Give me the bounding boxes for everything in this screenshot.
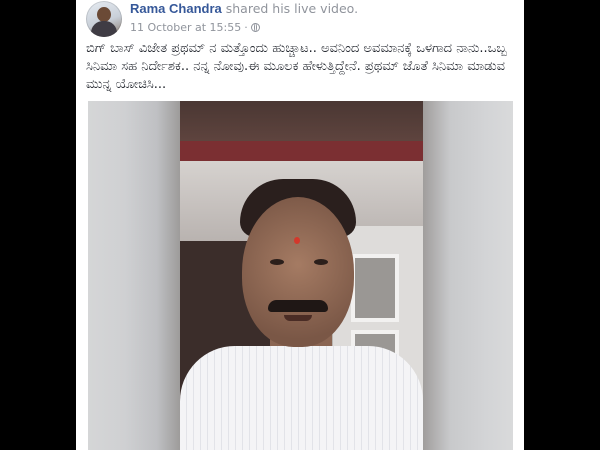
tilak-mark [294,237,300,244]
author-line: Rama Chandra shared his live video. [130,1,358,16]
post-action-text: shared his live video. [225,1,359,16]
globe-icon[interactable] [250,23,260,32]
live-video-player[interactable] [88,101,513,450]
post-meta: 11 October at 15:55 · [130,21,260,34]
author-name-link[interactable]: Rama Chandra [130,1,222,16]
person-shirt [180,346,423,450]
video-blur-right [423,101,513,450]
person-eye [314,259,328,265]
meta-separator: · [244,21,248,34]
avatar-body [91,21,117,37]
post-text: ಬಿಗ್ ಬಾಸ್ ವಿಜೇತ ಪ್ರಥಮ್ ನ ಮತ್ತೊಂದು ಹುಚ್ಚಾ… [86,41,507,92]
avatar[interactable] [86,1,122,37]
post-timestamp-link[interactable]: 11 October at 15:55 [130,21,241,34]
avatar-head [97,7,111,22]
cupboard-pane [351,254,399,322]
backdrop: Rama Chandra shared his live video. 11 O… [0,0,600,450]
person-mustache [268,300,328,312]
person-eye [270,259,284,265]
post-header: Rama Chandra shared his live video. 11 O… [76,0,524,40]
person-mouth [284,315,312,321]
video-blur-left [88,101,180,450]
facebook-post: Rama Chandra shared his live video. 11 O… [76,0,524,450]
video-frame [180,101,423,450]
person-face [242,197,354,347]
